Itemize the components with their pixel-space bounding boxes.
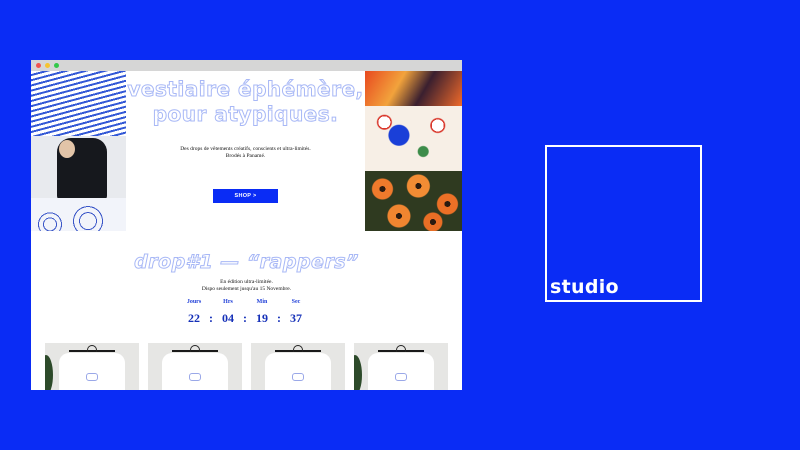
countdown-label-days: Jours [186, 299, 202, 305]
close-window-icon[interactable] [36, 63, 41, 68]
hero-headline-line2: pour atypiques. [152, 102, 339, 127]
countdown-separator: : [277, 311, 281, 325]
studio-logo: studio [545, 145, 702, 302]
countdown-value-hours: 04 [222, 311, 234, 325]
countdown-timer: Jours Hrs Min Sec 22 : 04 : 19 : 37 [181, 299, 311, 329]
product-card-tshirt[interactable] [354, 343, 448, 390]
product-card-tshirt[interactable] [251, 343, 345, 390]
blue-waves-artwork [31, 71, 126, 141]
hero-right-collage-image [365, 71, 462, 231]
gradient-artwork [365, 71, 462, 106]
countdown-separator: : [243, 311, 247, 325]
hero-tagline-line2: Brodés à Panamé. [225, 153, 266, 159]
embroidery-mark [292, 373, 304, 381]
drop-title: drop#1 — “rappers” [134, 251, 359, 274]
drop-subtitle-line2: Dispo seulement jusqu'au 15 Novembre. [201, 286, 292, 292]
model-head [59, 140, 75, 158]
drop-subtitle: En édition ultra-limitée. Dispo seulemen… [31, 279, 462, 293]
hero-headline-line1: vestiaire éphémère, [127, 77, 364, 102]
minimize-window-icon[interactable] [45, 63, 50, 68]
orange-daisies-photo [365, 171, 462, 231]
hero-tagline-line1: Des drops de vêtements créatifs, conscie… [180, 146, 311, 152]
hanger-hook-icon [190, 345, 200, 352]
plant-leaf [354, 355, 362, 390]
countdown-value-days: 22 [188, 311, 200, 325]
embroidery-mark [395, 373, 407, 381]
countdown-label-seconds: Sec [291, 299, 301, 305]
browser-titlebar [31, 60, 462, 71]
model-photo [31, 136, 126, 200]
maximize-window-icon[interactable] [54, 63, 59, 68]
blue-fan-pattern [31, 198, 126, 231]
embroidery-mark [86, 373, 98, 381]
flower-vase-illustration [365, 106, 462, 171]
plant-leaf [45, 355, 53, 390]
page-viewport: vestiaire éphémère, pour atypiques. Des … [31, 71, 462, 390]
hero-tagline: Des drops de vêtements créatifs, conscie… [126, 146, 365, 160]
studio-logo-text: studio [550, 276, 619, 298]
countdown-label-hours: Hrs [223, 299, 233, 305]
tshirt-image [59, 353, 125, 390]
countdown-value-seconds: 37 [290, 311, 302, 325]
hanger-hook-icon [293, 345, 303, 352]
countdown-value-minutes: 19 [256, 311, 268, 325]
drop-subtitle-line1: En édition ultra-limitée. [220, 279, 273, 285]
tshirt-image [265, 353, 331, 390]
hanger-hook-icon [396, 345, 406, 352]
countdown-label-minutes: Min [256, 299, 268, 305]
browser-window: vestiaire éphémère, pour atypiques. Des … [31, 60, 462, 390]
product-card-tshirt[interactable] [45, 343, 139, 390]
product-card-tshirt[interactable] [148, 343, 242, 390]
countdown-separator: : [209, 311, 213, 325]
embroidery-mark [189, 373, 201, 381]
hero-left-collage-image [31, 71, 126, 231]
hero-headline: vestiaire éphémère, pour atypiques. [126, 77, 365, 127]
tshirt-image [368, 353, 434, 390]
shop-button[interactable]: SHOP > [213, 189, 278, 203]
tshirt-image [162, 353, 228, 390]
hanger-hook-icon [87, 345, 97, 352]
